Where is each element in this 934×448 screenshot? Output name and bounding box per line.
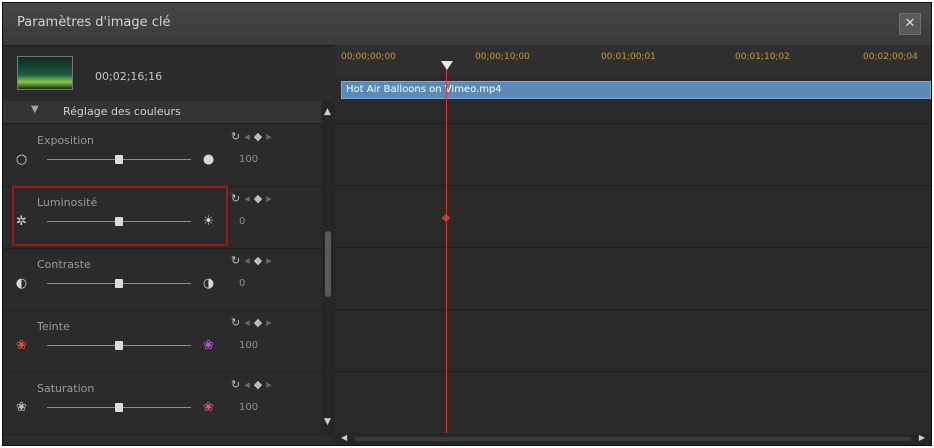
highlight-frame bbox=[12, 186, 228, 246]
property-value[interactable]: 100 bbox=[239, 154, 258, 165]
keyframe-marker[interactable] bbox=[441, 213, 451, 223]
clip-bar[interactable]: Hot Air Balloons on Vimeo.mp4 bbox=[341, 81, 931, 99]
playhead-handle[interactable] bbox=[441, 61, 453, 70]
scrollbar-track[interactable] bbox=[355, 437, 911, 441]
slider-thumb[interactable] bbox=[115, 341, 123, 350]
add-keyframe-icon[interactable]: ◆ bbox=[254, 130, 262, 143]
timeline-scrollbar[interactable]: ◀ ▶ bbox=[335, 433, 931, 445]
slider-thumb[interactable] bbox=[115, 403, 123, 412]
keyframe-controls: ↻ ◂ ◆ ▸ bbox=[231, 254, 276, 267]
slider-thumb[interactable] bbox=[115, 155, 123, 164]
section-label: Réglage des couleurs bbox=[63, 105, 181, 118]
saturation-low-icon: ❀ bbox=[16, 400, 27, 415]
next-keyframe-icon[interactable]: ▸ bbox=[266, 192, 272, 205]
window-title: Paramètres d'image clé bbox=[17, 15, 171, 30]
keyframe-controls: ↻ ◂ ◆ ▸ bbox=[231, 316, 276, 329]
scroll-down-icon[interactable]: ▼ bbox=[324, 417, 331, 427]
keyframe-controls: ↻ ◂ ◆ ▸ bbox=[231, 378, 276, 391]
contrast-low-icon: ◐ bbox=[15, 276, 28, 291]
hue-low-icon: ❀ bbox=[16, 338, 27, 353]
close-button[interactable]: ✕ bbox=[899, 13, 921, 35]
keyframe-settings-window: Paramètres d'image clé ✕ 00;02;16;16 ▼ R… bbox=[2, 2, 932, 446]
title-bar: Paramètres d'image clé ✕ bbox=[3, 3, 931, 46]
clip-thumbnail bbox=[17, 56, 73, 90]
prev-keyframe-icon[interactable]: ◂ bbox=[244, 316, 250, 329]
add-keyframe-icon[interactable]: ◆ bbox=[254, 254, 262, 267]
reset-icon[interactable]: ↻ bbox=[231, 378, 240, 391]
reset-icon[interactable]: ↻ bbox=[231, 192, 240, 205]
ruler-tick-label: 00;02;00;04 bbox=[863, 52, 918, 62]
property-label: Exposition bbox=[37, 134, 95, 147]
next-keyframe-icon[interactable]: ▸ bbox=[266, 378, 272, 391]
slider-thumb[interactable] bbox=[115, 279, 123, 288]
ruler-tick-label: 00;01;10;02 bbox=[735, 52, 790, 62]
exposure-high-icon: ● bbox=[202, 152, 215, 167]
contrast-high-icon: ◑ bbox=[202, 276, 215, 291]
property-value[interactable]: 100 bbox=[239, 402, 258, 413]
lane-divider bbox=[335, 371, 931, 372]
property-value[interactable]: 0 bbox=[239, 216, 245, 227]
ruler-tick-label: 00;00;00;00 bbox=[341, 52, 396, 62]
saturation-high-icon: ❀ bbox=[203, 400, 214, 415]
properties-scrollbar[interactable]: ▲ ▼ bbox=[321, 101, 335, 435]
collapse-arrow-icon[interactable]: ▼ bbox=[31, 104, 39, 115]
ruler-tick-label: 00;00;10;00 bbox=[475, 52, 530, 62]
reset-icon[interactable]: ↻ bbox=[231, 316, 240, 329]
property-teinte: Teinte ↻ ◂ ◆ ▸ ❀ ❀ 100 bbox=[3, 310, 321, 373]
next-keyframe-icon[interactable]: ▸ bbox=[266, 254, 272, 267]
playhead-line[interactable] bbox=[446, 65, 447, 445]
property-value[interactable]: 0 bbox=[239, 278, 245, 289]
prev-keyframe-icon[interactable]: ◂ bbox=[244, 378, 250, 391]
prev-keyframe-icon[interactable]: ◂ bbox=[244, 130, 250, 143]
next-keyframe-icon[interactable]: ▸ bbox=[266, 130, 272, 143]
property-saturation: Saturation ↻ ◂ ◆ ▸ ❀ ❀ 100 bbox=[3, 372, 321, 435]
ruler-tick-label: 00;01;00;01 bbox=[601, 52, 656, 62]
exposure-low-icon: ○ bbox=[15, 152, 28, 167]
keyframe-controls: ↻ ◂ ◆ ▸ bbox=[231, 192, 276, 205]
lane-divider bbox=[335, 309, 931, 310]
property-label: Teinte bbox=[37, 320, 70, 333]
property-label: Contraste bbox=[37, 258, 91, 271]
property-exposition: Exposition ↻ ◂ ◆ ▸ ○ ● 100 bbox=[3, 124, 321, 187]
scrollbar-thumb[interactable] bbox=[325, 231, 331, 297]
keyframe-controls: ↻ ◂ ◆ ▸ bbox=[231, 130, 276, 143]
hue-high-icon: ❀ bbox=[203, 338, 214, 353]
prev-keyframe-icon[interactable]: ◂ bbox=[244, 254, 250, 267]
property-value[interactable]: 100 bbox=[239, 340, 258, 351]
add-keyframe-icon[interactable]: ◆ bbox=[254, 316, 262, 329]
scroll-right-icon[interactable]: ▶ bbox=[919, 433, 925, 442]
prev-keyframe-icon[interactable]: ◂ bbox=[244, 192, 250, 205]
lane-divider bbox=[335, 185, 931, 186]
time-ruler[interactable]: 00;00;00;00 00;00;10;00 00;01;00;01 00;0… bbox=[335, 45, 931, 75]
scroll-left-icon[interactable]: ◀ bbox=[341, 433, 347, 442]
add-keyframe-icon[interactable]: ◆ bbox=[254, 378, 262, 391]
property-label: Saturation bbox=[37, 382, 95, 395]
reset-icon[interactable]: ↻ bbox=[231, 130, 240, 143]
keyframe-timeline[interactable]: 00;00;00;00 00;00;10;00 00;01;00;01 00;0… bbox=[335, 45, 931, 445]
add-keyframe-icon[interactable]: ◆ bbox=[254, 192, 262, 205]
clip-name: Hot Air Balloons on Vimeo.mp4 bbox=[346, 84, 502, 95]
clip-time: 00;02;16;16 bbox=[95, 70, 163, 83]
next-keyframe-icon[interactable]: ▸ bbox=[266, 316, 272, 329]
color-adjust-section-header[interactable]: ▼ Réglage des couleurs bbox=[3, 101, 321, 124]
reset-icon[interactable]: ↻ bbox=[231, 254, 240, 267]
scroll-up-icon[interactable]: ▲ bbox=[324, 107, 331, 117]
lane-divider bbox=[335, 123, 931, 124]
property-contraste: Contraste ↻ ◂ ◆ ▸ ◐ ◑ 0 bbox=[3, 248, 321, 311]
lane-divider bbox=[335, 247, 931, 248]
